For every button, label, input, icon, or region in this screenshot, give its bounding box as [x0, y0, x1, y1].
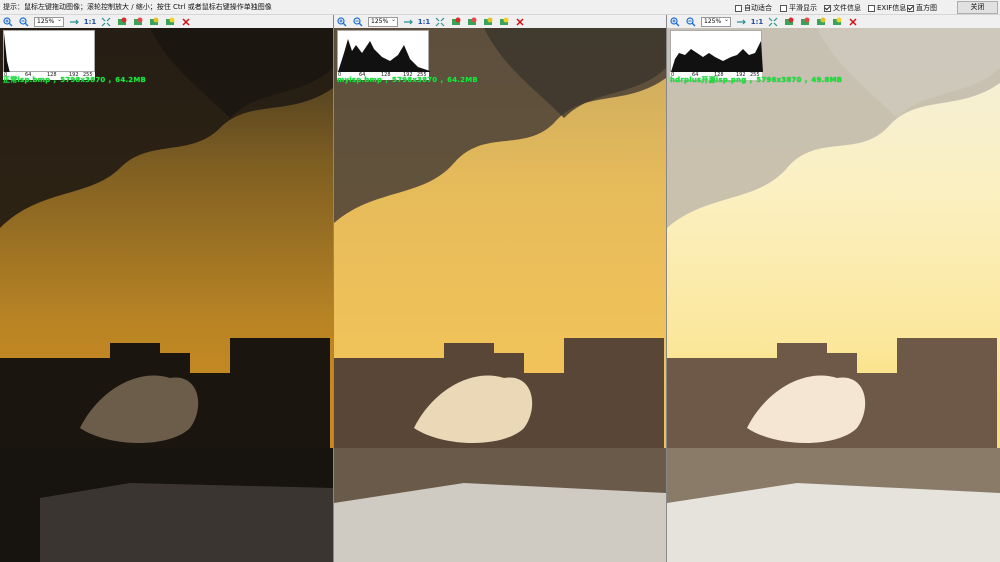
smooth-display-option[interactable]: 平滑显示: [780, 3, 817, 13]
exif-info-label: EXIF信息: [877, 4, 907, 12]
file-info-text: 正常isp.bmp ，5798x3870 ，64.2MB: [3, 76, 147, 84]
prev-image-icon[interactable]: [831, 16, 843, 27]
red-image-icon[interactable]: [116, 16, 128, 27]
auto-fit-checkbox[interactable]: [735, 4, 742, 12]
zoom-in-icon[interactable]: [2, 16, 14, 27]
fullscreen-icon[interactable]: [434, 16, 446, 27]
exif-info-option[interactable]: EXIF信息: [868, 3, 906, 13]
fit-icon[interactable]: [402, 16, 414, 27]
photo-dark: [0, 28, 333, 562]
histogram-label: 直方图: [916, 4, 937, 12]
auto-fit-label: 自动适合: [744, 4, 772, 12]
pane-toolbar: 125% 1:1: [667, 15, 1000, 28]
fit-icon[interactable]: [68, 16, 80, 27]
close-button[interactable]: 关闭: [957, 1, 998, 14]
actual-size-label[interactable]: 1:1: [84, 16, 97, 27]
zoom-in-icon[interactable]: [669, 16, 681, 27]
image-pane-3[interactable]: 125% 1:1: [667, 15, 1000, 562]
zoom-out-icon[interactable]: [18, 16, 30, 27]
close-icon[interactable]: [180, 16, 192, 27]
fit-icon[interactable]: [735, 16, 747, 27]
image-view[interactable]: 0 64 128 192 255 myisp.bmp ，5798x3870 ，6…: [334, 28, 666, 562]
photo-mid: [334, 28, 666, 562]
file-info-checkbox[interactable]: [824, 4, 831, 12]
prev-image-icon[interactable]: [164, 16, 176, 27]
hint-text: 提示：鼠标左键拖动图像；滚轮控制放大 / 缩小；按住 Ctrl 或者鼠标右键操作…: [3, 3, 272, 11]
yellow-image-icon[interactable]: [482, 16, 494, 27]
red-image-icon[interactable]: [783, 16, 795, 27]
actual-size-label[interactable]: 1:1: [418, 16, 431, 27]
histogram: [337, 30, 430, 72]
zoom-out-icon[interactable]: [685, 16, 697, 27]
file-info-label: 文件信息: [833, 4, 861, 12]
top-bar: 提示：鼠标左键拖动图像；滚轮控制放大 / 缩小；按住 Ctrl 或者鼠标右键操作…: [0, 0, 1000, 15]
zoom-select[interactable]: 125%: [368, 16, 398, 27]
zoom-in-icon[interactable]: [336, 16, 348, 27]
histogram: [3, 30, 96, 73]
yellow-image-icon[interactable]: [148, 16, 160, 27]
image-pane-1[interactable]: 125% 1:1: [0, 15, 333, 562]
fullscreen-icon[interactable]: [100, 16, 112, 27]
zoom-select[interactable]: 125%: [701, 16, 731, 27]
file-info-text: myisp.bmp ，5798x3870 ，64.2MB: [337, 76, 478, 84]
red-image-icon[interactable]: [450, 16, 462, 27]
pane-toolbar: 125% 1:1: [334, 15, 666, 28]
pane-toolbar: 125% 1:1: [0, 15, 333, 28]
yellow-image-icon[interactable]: [815, 16, 827, 27]
close-icon[interactable]: [847, 16, 859, 27]
histogram: [670, 30, 763, 72]
image-view[interactable]: 0 64 128 192 255 正常isp.bmp ，5798x3870 ，6…: [0, 28, 333, 562]
smooth-display-label: 平滑显示: [789, 4, 817, 12]
photo-bright: [667, 28, 1000, 562]
image-view[interactable]: 0 64 128 192 255 hdrplus开源isp.png ，5796x…: [667, 28, 1000, 562]
actual-size-label[interactable]: 1:1: [751, 16, 764, 27]
file-info-text: hdrplus开源isp.png ，5796x3870 ，49.8MB: [670, 76, 843, 84]
green-image-icon[interactable]: [132, 16, 144, 27]
smooth-display-checkbox[interactable]: [780, 4, 787, 12]
exif-info-checkbox[interactable]: [868, 4, 875, 12]
histogram-checkbox[interactable]: [907, 4, 914, 12]
green-image-icon[interactable]: [466, 16, 478, 27]
file-info-option[interactable]: 文件信息: [824, 3, 861, 13]
image-pane-2[interactable]: 125% 1:1: [334, 15, 666, 562]
prev-image-icon[interactable]: [498, 16, 510, 27]
auto-fit-option[interactable]: 自动适合: [735, 3, 772, 13]
histogram-option[interactable]: 直方图: [907, 3, 937, 13]
green-image-icon[interactable]: [799, 16, 811, 27]
zoom-select[interactable]: 125%: [34, 16, 64, 27]
zoom-out-icon[interactable]: [352, 16, 364, 27]
close-icon[interactable]: [514, 16, 526, 27]
fullscreen-icon[interactable]: [767, 16, 779, 27]
